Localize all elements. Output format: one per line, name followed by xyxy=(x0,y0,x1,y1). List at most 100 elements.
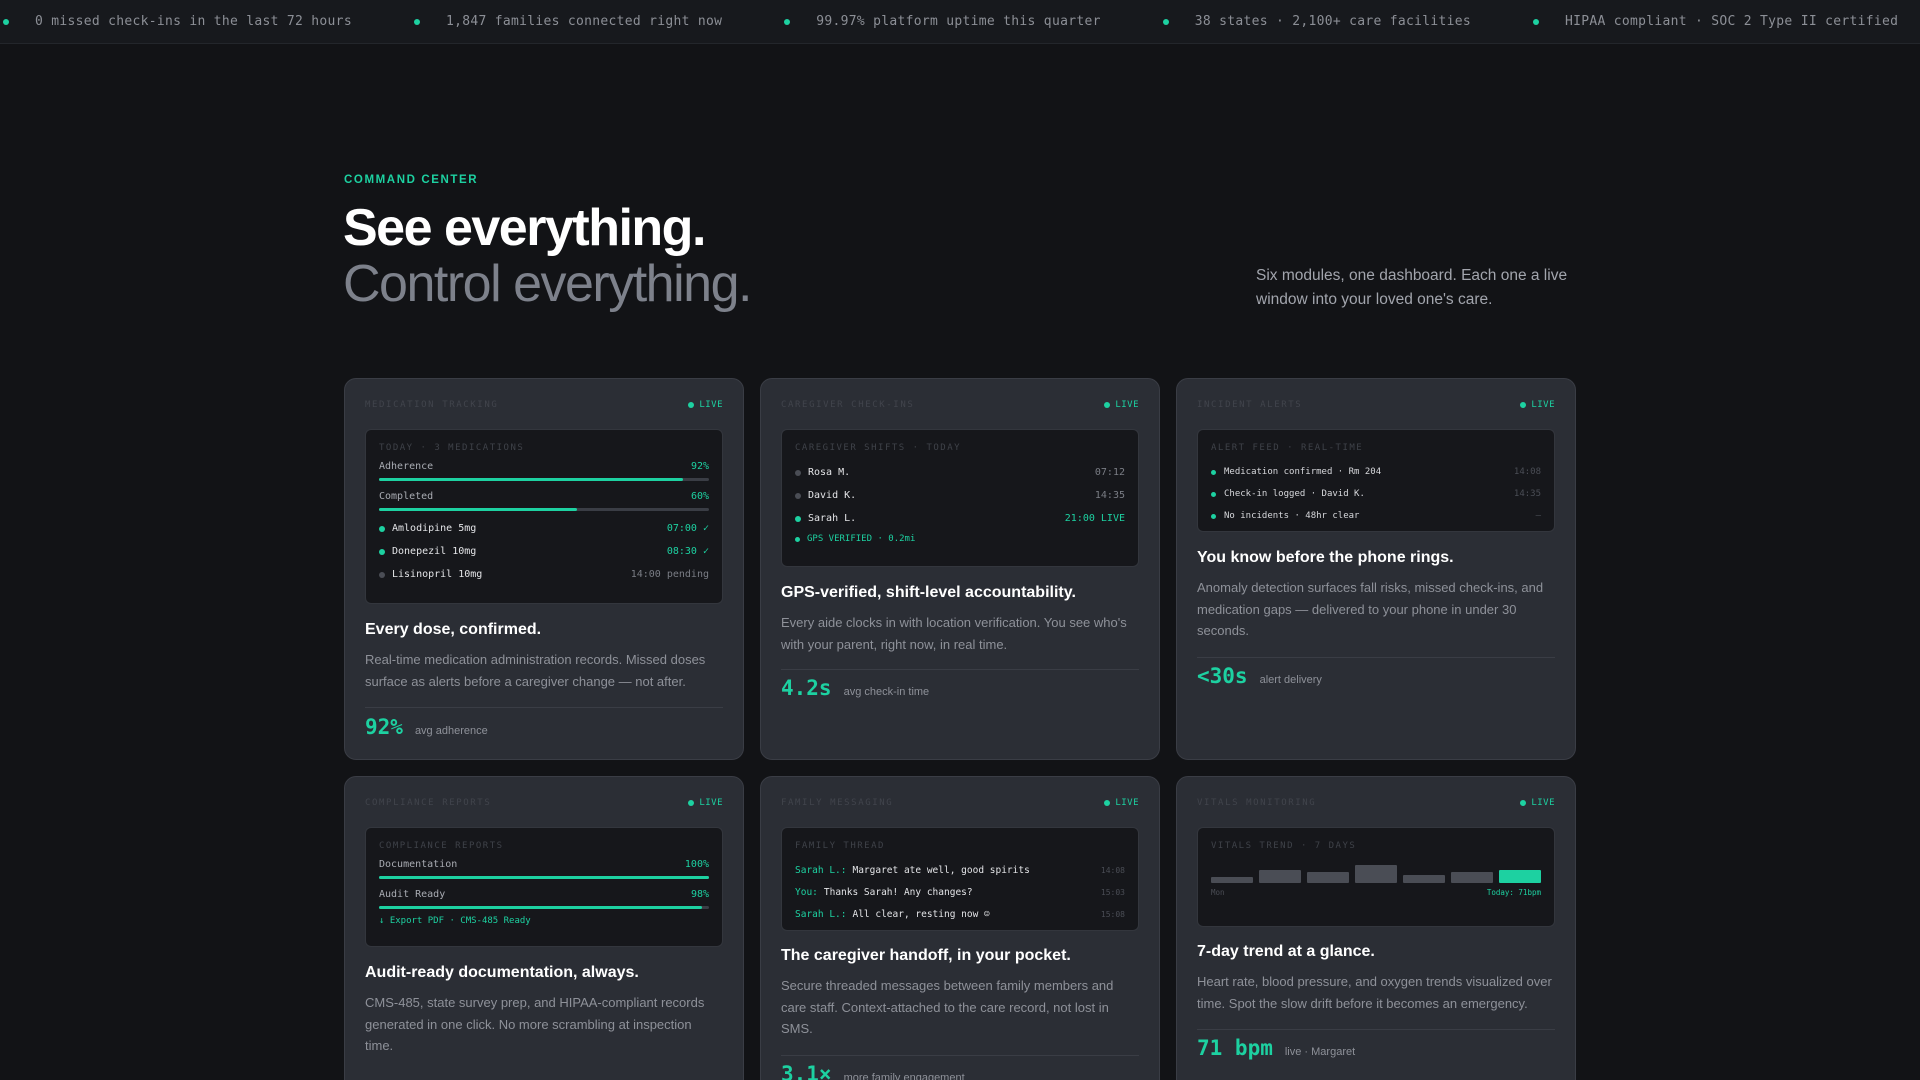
panel-label: CAREGIVER SHIFTS · TODAY xyxy=(795,443,962,453)
list-item: Lisinopril 10mg 14:00 pending xyxy=(379,563,709,586)
progress-fill xyxy=(379,906,703,909)
alerts-panel: ALERT FEED · REAL-TIME Medication confir… xyxy=(1197,429,1555,532)
card-title: The caregiver handoff, in your pocket. xyxy=(781,947,1071,964)
panel-label: VITALS TREND · 7 DAYS xyxy=(1211,841,1357,851)
alert-item: No incidents · 48hr clear — xyxy=(1211,505,1541,527)
card-header: VITALS MONITORING LIVE xyxy=(1197,796,1555,810)
compliance-card[interactable]: COMPLIANCE REPORTS LIVE COMPLIANCE REPOR… xyxy=(344,776,744,1080)
card-title: GPS-verified, shift-level accountability… xyxy=(781,584,1076,601)
bar-name: Documentation xyxy=(379,859,458,870)
card-header: MEDICATION TRACKING LIVE xyxy=(365,398,723,412)
gps-text: GPS VERIFIED · 0.2mi xyxy=(807,534,916,544)
page-title: See everything. xyxy=(343,199,706,257)
medication-time: 14:00 pending xyxy=(630,569,709,580)
divider xyxy=(365,707,723,708)
ticker-text: 38 states · 2,100+ care facilities xyxy=(1194,14,1472,29)
bar-name: Audit Ready xyxy=(379,889,446,900)
message-text: Margaret ate well, good spirits xyxy=(852,864,1030,876)
status-dot-icon xyxy=(795,469,801,476)
divider xyxy=(1197,657,1555,658)
list-item: Rosa M. 07:12 xyxy=(795,461,1125,484)
export-pdf-link[interactable]: ↓ Export PDF · CMS-485 Ready xyxy=(379,916,709,926)
messaging-panel: FAMILY THREAD Sarah L.: Margaret ate wel… xyxy=(781,827,1139,931)
message-text: All clear, resting now ☺ xyxy=(852,908,990,920)
status-dot-icon xyxy=(379,571,385,578)
stat-label: avg adherence xyxy=(414,725,488,737)
live-badge: LIVE xyxy=(1104,798,1139,808)
card-label: COMPLIANCE REPORTS xyxy=(365,798,492,808)
status-dot-icon xyxy=(1211,513,1216,519)
ticker-text: 99.97% platform uptime this quarter xyxy=(816,14,1101,29)
stat-label: live · Margaret xyxy=(1284,1046,1356,1058)
vitals-trend-bars xyxy=(1211,859,1541,883)
trend-today-label: Today: 71bpm xyxy=(1486,888,1541,897)
message-time: 15:08 xyxy=(1100,909,1125,919)
checkins-panel: CAREGIVER SHIFTS · TODAY Rosa M. 07:12 D… xyxy=(781,429,1139,567)
card-label: CAREGIVER CHECK-INS xyxy=(781,400,915,410)
vitals-card[interactable]: VITALS MONITORING LIVE VITALS TREND · 7 … xyxy=(1176,776,1576,1080)
card-title: 7-day trend at a glance. xyxy=(1197,943,1375,960)
progress-track xyxy=(379,508,709,511)
trend-bar xyxy=(1211,877,1253,883)
compliance-panel: COMPLIANCE REPORTS Documentation 100% Au… xyxy=(365,827,723,947)
live-label: LIVE xyxy=(1531,400,1555,410)
alerts-card[interactable]: INCIDENT ALERTS LIVE ALERT FEED · REAL-T… xyxy=(1176,378,1576,760)
stat-value: 3.1× xyxy=(781,1062,832,1080)
message-item: You: Thanks Sarah! Any changes? 15:03 xyxy=(795,881,1125,903)
panel-label: TODAY · 3 MEDICATIONS xyxy=(379,443,525,453)
intro-text: Six modules, one dashboard. Each one a l… xyxy=(1256,267,1568,308)
medication-name: Donepezil 10mg xyxy=(392,546,477,557)
ticker-item: 38 states · 2,100+ care facilities xyxy=(1162,14,1533,29)
list-item: David K. 14:35 xyxy=(795,484,1125,507)
alert-text: Check-in logged · David K. xyxy=(1224,489,1365,499)
live-badge: LIVE xyxy=(688,400,723,410)
status-dot-icon xyxy=(795,492,801,499)
card-stat: 71 bpm live · Margaret xyxy=(1197,1036,1355,1060)
live-dot-icon xyxy=(1104,800,1111,806)
alert-text: No incidents · 48hr clear xyxy=(1224,511,1360,521)
status-dot-icon xyxy=(1162,18,1169,25)
live-badge: LIVE xyxy=(1520,400,1555,410)
bar-value: 60% xyxy=(690,491,709,502)
card-header: FAMILY MESSAGING LIVE xyxy=(781,796,1139,810)
medication-card[interactable]: MEDICATION TRACKING LIVE TODAY · 3 MEDIC… xyxy=(344,378,744,760)
status-dot-icon xyxy=(1211,491,1216,497)
shift-time: 21:00 LIVE xyxy=(1064,513,1125,524)
live-badge: LIVE xyxy=(688,798,723,808)
documentation-row: Documentation 100% xyxy=(379,859,709,870)
panel-label: FAMILY THREAD xyxy=(795,841,885,851)
stat-value: 71 bpm xyxy=(1197,1036,1273,1060)
alert-item: Medication confirmed · Rm 204 14:08 xyxy=(1211,461,1541,483)
shift-time: 07:12 xyxy=(1094,467,1125,478)
card-description: Real-time medication administration reco… xyxy=(365,652,706,689)
card-description: Secure threaded messages between family … xyxy=(781,978,1114,1036)
live-label: LIVE xyxy=(699,798,723,808)
status-dot-icon xyxy=(413,18,420,25)
live-label: LIVE xyxy=(1115,400,1139,410)
adherence-row: Adherence 92% xyxy=(379,461,709,472)
message-time: 14:08 xyxy=(1100,865,1125,875)
card-title: Audit-ready documentation, always. xyxy=(365,964,639,981)
message-item: Sarah L.: Margaret ate well, good spirit… xyxy=(795,859,1125,881)
divider xyxy=(781,669,1139,670)
shift-time: 14:35 xyxy=(1094,490,1125,501)
location-dot-icon xyxy=(795,536,800,542)
section-eyebrow: COMMAND CENTER xyxy=(344,174,479,186)
trend-bar xyxy=(1259,870,1301,883)
card-stat: 92% avg adherence xyxy=(365,715,488,739)
card-description: CMS-485, state survey prep, and HIPAA-co… xyxy=(365,995,705,1053)
live-label: LIVE xyxy=(699,400,723,410)
card-header: CAREGIVER CHECK-INS LIVE xyxy=(781,398,1139,412)
alert-item: Check-in logged · David K. 14:35 xyxy=(1211,483,1541,505)
vitals-panel: VITALS TREND · 7 DAYS Mon Today: 71bpm xyxy=(1197,827,1555,927)
live-dot-icon xyxy=(688,800,695,806)
live-label: LIVE xyxy=(1531,798,1555,808)
progress-track xyxy=(379,906,709,909)
caregiver-name: Sarah L. xyxy=(808,513,857,524)
divider xyxy=(1197,1029,1555,1030)
medication-name: Lisinopril 10mg xyxy=(392,569,483,580)
checkins-card[interactable]: CAREGIVER CHECK-INS LIVE CAREGIVER SHIFT… xyxy=(760,378,1160,760)
messaging-card[interactable]: FAMILY MESSAGING LIVE FAMILY THREAD Sara… xyxy=(760,776,1160,1080)
card-description: Anomaly detection surfaces fall risks, m… xyxy=(1197,580,1544,638)
message-time: 15:03 xyxy=(1100,887,1125,897)
